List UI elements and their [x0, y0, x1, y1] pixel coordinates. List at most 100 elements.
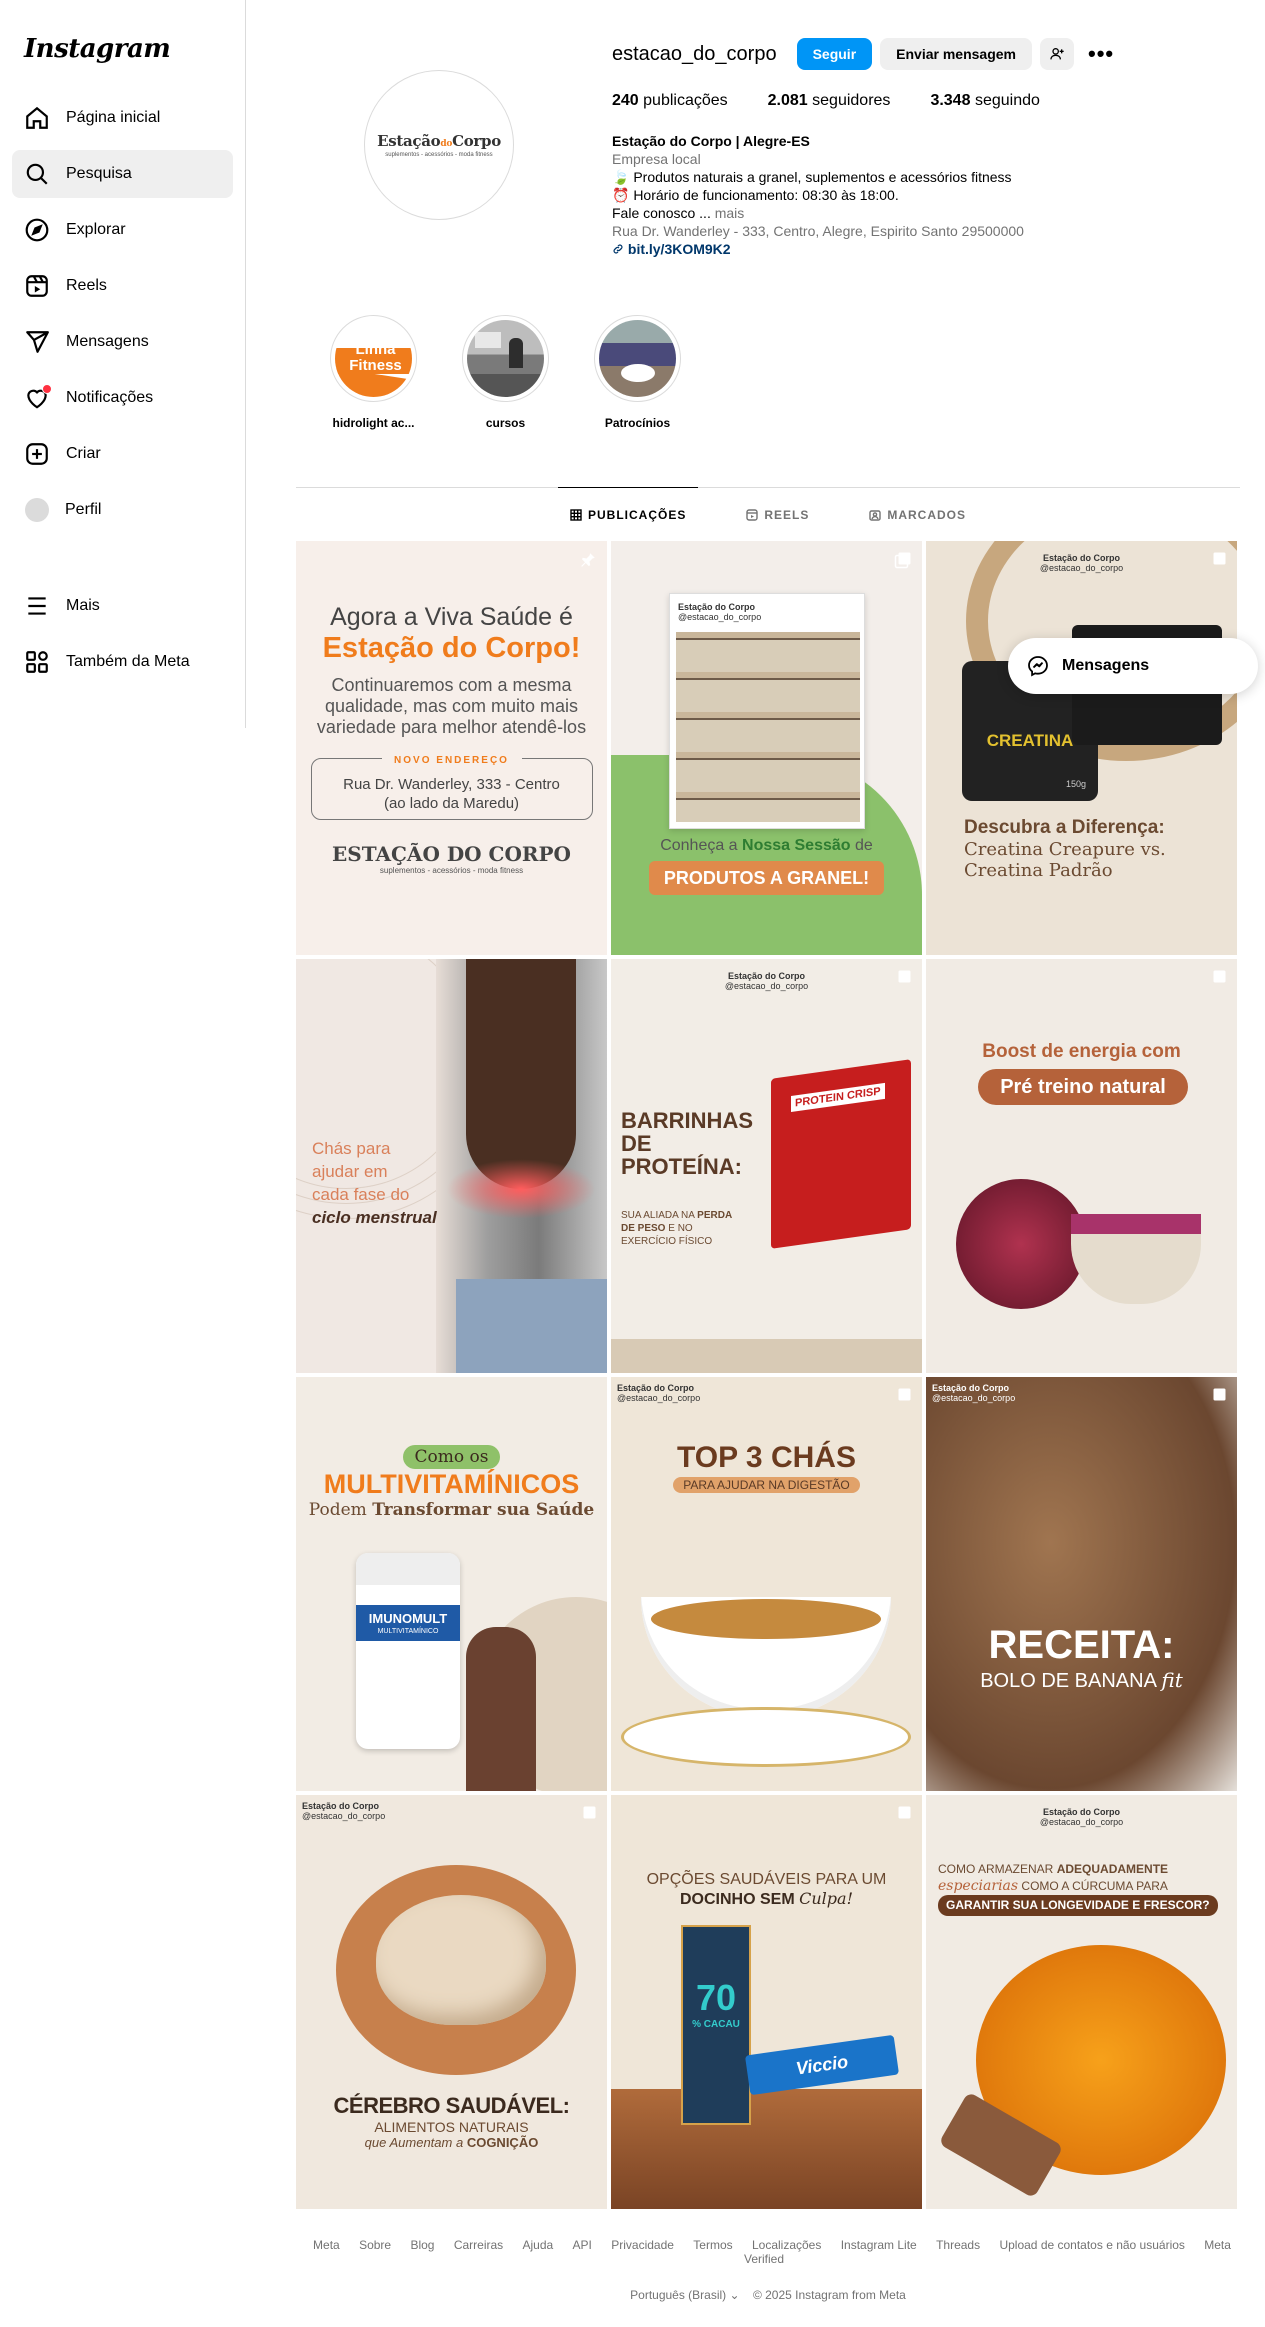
carousel-icon: [894, 552, 911, 569]
post-text: PRODUTOS A GRANEL!: [649, 861, 884, 895]
followers-stat[interactable]: 2.081 seguidores: [768, 92, 891, 110]
post-text: Nossa Sessão: [742, 837, 851, 854]
sidebar-item-explore[interactable]: Explorar: [12, 206, 233, 254]
messages-label: Mensagens: [1062, 657, 1150, 674]
highlight-cover-text: Linha Fitness: [349, 341, 402, 374]
footer-link[interactable]: Meta: [313, 2238, 340, 2252]
post-text: DOCINHO SEM: [680, 1891, 800, 1908]
post-tile[interactable]: Estação do Corpo @estacao_do_corpo CÉREBR…: [296, 1795, 607, 2209]
sidebar-item-label: Criar: [66, 445, 101, 462]
footer-link[interactable]: Ajuda: [523, 2238, 554, 2252]
post-text: COGNIÇÃO: [466, 2135, 539, 2150]
messages-floating-button[interactable]: Mensagens: [1008, 638, 1258, 694]
post-tile[interactable]: Chás para ajudar em cada fase do ciclo m…: [296, 959, 607, 1373]
post-tile[interactable]: Estação do Corpo @estacao_do_corpo TOP 3 …: [611, 1377, 922, 1791]
more-options-icon[interactable]: •••: [1088, 41, 1114, 67]
post-text: especiarias: [938, 1878, 1019, 1894]
sidebar-item-search[interactable]: Pesquisa: [12, 150, 233, 198]
bio-link[interactable]: bit.ly/3KOM9K2: [612, 240, 1114, 258]
profile-picture[interactable]: EstaçãodoCorpo suplementos - acessórios …: [364, 70, 514, 220]
sidebar-item-label: Perfil: [65, 501, 102, 518]
post-tile[interactable]: OPÇÕES SAUDÁVEIS PARA UM DOCINHO SEM Cul…: [611, 1795, 922, 2209]
post-text: NOVO ENDEREÇO: [381, 751, 522, 770]
sidebar-item-notifications[interactable]: Notificações: [12, 374, 233, 422]
add-user-icon: [1050, 48, 1064, 60]
post-text: Estação do Corpo!: [322, 632, 581, 664]
sidebar-item-label: Reels: [66, 277, 107, 294]
tab-posts[interactable]: PUBLICAÇÕES: [557, 487, 699, 542]
sidebar-item-profile[interactable]: Perfil: [12, 486, 233, 534]
language-select[interactable]: Português (Brasil) ⌄: [630, 2288, 739, 2302]
footer-link[interactable]: Upload de contatos e não usuários: [999, 2238, 1184, 2252]
post-tile[interactable]: Boost de energia com Pré treino natural: [926, 959, 1237, 1373]
footer-link[interactable]: Carreiras: [454, 2238, 503, 2252]
post-tile[interactable]: Estação do Corpo @estacao_do_corpo CREATI…: [926, 541, 1237, 955]
footer-link[interactable]: Termos: [693, 2238, 732, 2252]
post-tile[interactable]: Como os MULTIVITAMÍNICOS Podem Transform…: [296, 1377, 607, 1791]
home-icon: [26, 106, 48, 129]
sidebar-item-home[interactable]: Página inicial: [12, 94, 233, 142]
post-text: RECEITA:: [988, 1623, 1175, 1667]
sidebar: Instagram Página inicial Pesquisa Explor…: [0, 0, 246, 728]
sidebar-item-more[interactable]: Mais: [12, 582, 233, 630]
footer-link[interactable]: API: [573, 2238, 592, 2252]
post-text: DE: [621, 1131, 652, 1156]
footer-links: Meta Sobre Blog Carreiras Ajuda API Priv…: [296, 2238, 1240, 2266]
pin-icon: [581, 553, 595, 567]
footer-link[interactable]: Privacidade: [611, 2238, 674, 2252]
highlight-item[interactable]: Patrocínios: [594, 315, 681, 430]
carousel-icon: [898, 1806, 911, 1819]
post-text: MULTIVITAMÍNICOS: [323, 1469, 580, 1499]
post-tile[interactable]: Estação do Corpo @estacao_do_corpo RECEIT…: [926, 1377, 1237, 1791]
post-text: (ao lado da Maredu): [383, 795, 520, 812]
post-tile[interactable]: Estação do Corpo @estacao_do_corpo COMO A…: [926, 1795, 1237, 2209]
sidebar-item-create[interactable]: Criar: [12, 430, 233, 478]
post-text: suplementos - acessórios - moda fitness: [379, 866, 524, 875]
bio-line: Fale conosco ... mais: [612, 205, 745, 221]
following-stat[interactable]: 3.348 seguindo: [930, 92, 1039, 110]
footer-link[interactable]: Blog: [410, 2238, 434, 2252]
post-text: Pré treino natural: [978, 1069, 1188, 1105]
suggest-user-button[interactable]: [1040, 38, 1074, 70]
post-text: GARANTIR SUA LONGEVIDADE E FRESCOR?: [938, 1895, 1218, 1916]
post-tile[interactable]: Estação do Corpo @estacao_do_corpo Conheç…: [611, 541, 922, 955]
post-text: Conheça a: [660, 837, 743, 854]
send-icon: [26, 331, 49, 353]
highlight-item[interactable]: Linha Fitness hidrolight ac...: [330, 315, 417, 430]
post-text: PARA AJUDAR NA DIGESTÃO: [673, 1477, 860, 1493]
highlight-cover: Linha Fitness: [335, 320, 412, 397]
bio-address[interactable]: Rua Dr. Wanderley - 333, Centro, Alegre,…: [612, 222, 1114, 240]
bio-more-link[interactable]: mais: [715, 205, 745, 221]
footer-link[interactable]: Threads: [936, 2238, 980, 2252]
sidebar-item-meta[interactable]: Também da Meta: [12, 638, 233, 686]
post-text: COMO ARMAZENAR: [938, 1862, 1057, 1876]
carousel-icon: [583, 1806, 596, 1819]
footer-link[interactable]: Sobre: [359, 2238, 391, 2252]
tab-reels[interactable]: REELS: [746, 488, 809, 542]
post-tile[interactable]: Agora a Viva Saúde é Estação do Corpo! C…: [296, 541, 607, 955]
post-handle: Estação do Corpo @estacao_do_corpo: [724, 971, 809, 991]
highlight-label: hidrolight ac...: [332, 416, 415, 430]
plus-square-icon: [26, 443, 48, 465]
instagram-logo[interactable]: Instagram: [12, 24, 233, 94]
sidebar-item-messages[interactable]: Mensagens: [12, 318, 233, 366]
sidebar-item-reels[interactable]: Reels: [12, 262, 233, 310]
menu-icon: [28, 597, 46, 615]
footer-link[interactable]: Localizações: [752, 2238, 821, 2252]
highlight-item[interactable]: cursos: [462, 315, 549, 430]
grid-icon: [570, 509, 582, 521]
chevron-down-icon: ⌄: [729, 2288, 740, 2302]
post-text: qualidade, mas com muito mais: [324, 696, 579, 716]
post-tile[interactable]: Estação do Corpo @estacao_do_corpo BARRIN…: [611, 959, 922, 1373]
follow-button[interactable]: Seguir: [796, 38, 873, 70]
post-text: Rua Dr. Wanderley, 333 - Centro: [343, 776, 560, 793]
carousel-icon: [898, 1388, 911, 1401]
sidebar-item-label: Pesquisa: [66, 165, 132, 182]
message-button[interactable]: Enviar mensagem: [880, 38, 1032, 70]
tagged-icon: [869, 510, 882, 521]
post-text: 70: [695, 1977, 737, 2018]
tab-tagged[interactable]: MARCADOS: [869, 488, 966, 542]
footer-link[interactable]: Instagram Lite: [841, 2238, 917, 2252]
post-text: PROTEIN CRISP: [791, 1082, 885, 1113]
bio-line: ⏰ Horário de funcionamento: 08:30 às 18:…: [612, 187, 899, 203]
